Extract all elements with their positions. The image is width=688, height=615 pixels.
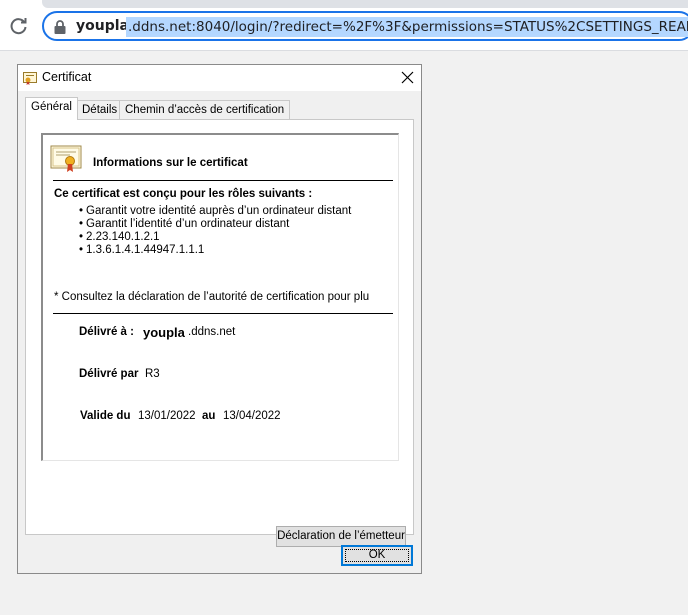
general-tab-panel: Informations sur le certificat Ce certif… — [25, 119, 414, 547]
issuer-statement-note: * Consultez la déclaration de l’autorité… — [54, 291, 370, 303]
issued-by-label: Délivré par — [79, 368, 139, 380]
valid-from-date: 13/01/2022 — [138, 410, 196, 422]
certificate-info-box: Informations sur le certificat Ce certif… — [41, 133, 399, 461]
browser-toolbar: youpla .ddns.net:8040/login/?redirect=%2… — [0, 0, 688, 51]
url-host: youpla — [76, 18, 129, 34]
tab-strip — [42, 0, 688, 8]
valid-from-label: Valide du — [80, 410, 131, 422]
focus-ring — [345, 549, 409, 562]
tab-details-label: Détails — [82, 104, 118, 116]
valid-to-date: 13/04/2022 — [223, 410, 281, 422]
reload-icon[interactable] — [8, 15, 30, 37]
roles-list: Garantit votre identité auprès d’un ordi… — [79, 205, 351, 257]
list-item: Garantit l’identité d’un ordinateur dist… — [79, 218, 351, 231]
list-item: 1.3.6.1.4.1.44947.1.1.1 — [79, 244, 351, 257]
issued-to-host: youpla — [143, 325, 185, 340]
url-path-selected: .ddns.net:8040/login/?redirect=%2F%3F&pe… — [126, 17, 688, 37]
tab-general[interactable]: Général — [25, 97, 78, 120]
issued-by-value: R3 — [145, 368, 160, 380]
issuer-statement-button-label: Déclaration de l’émetteur — [277, 530, 405, 542]
divider — [53, 180, 393, 181]
dialog-titlebar[interactable]: Certificat — [18, 65, 421, 91]
address-bar[interactable]: youpla .ddns.net:8040/login/?redirect=%2… — [42, 11, 688, 41]
issued-to-domain: .ddns.net — [188, 326, 236, 338]
tab-general-label: Général — [31, 101, 72, 113]
list-item: Garantit votre identité auprès d’un ordi… — [79, 205, 351, 218]
tab-details[interactable]: Détails — [76, 100, 124, 119]
divider — [53, 313, 393, 314]
tab-certification-path-label: Chemin d’accès de certification — [125, 104, 285, 116]
ok-button[interactable]: OK — [341, 545, 413, 566]
certificate-icon — [23, 72, 37, 85]
close-icon[interactable] — [394, 65, 421, 91]
lock-icon[interactable] — [53, 19, 67, 35]
roles-heading: Ce certificat est conçu pour les rôles s… — [54, 188, 313, 200]
dialog-title: Certificat — [42, 70, 92, 84]
certificate-dialog: Certificat Général Détails Chemin d’accè… — [17, 64, 422, 574]
tab-certification-path[interactable]: Chemin d’accès de certification — [119, 100, 291, 119]
issued-to-label: Délivré à : — [79, 326, 134, 338]
info-title: Informations sur le certificat — [93, 157, 248, 169]
valid-to-label: au — [202, 410, 216, 422]
issuer-statement-button[interactable]: Déclaration de l’émetteur — [276, 526, 406, 547]
list-item: 2.23.140.1.2.1 — [79, 231, 351, 244]
certificate-large-icon — [50, 145, 82, 172]
